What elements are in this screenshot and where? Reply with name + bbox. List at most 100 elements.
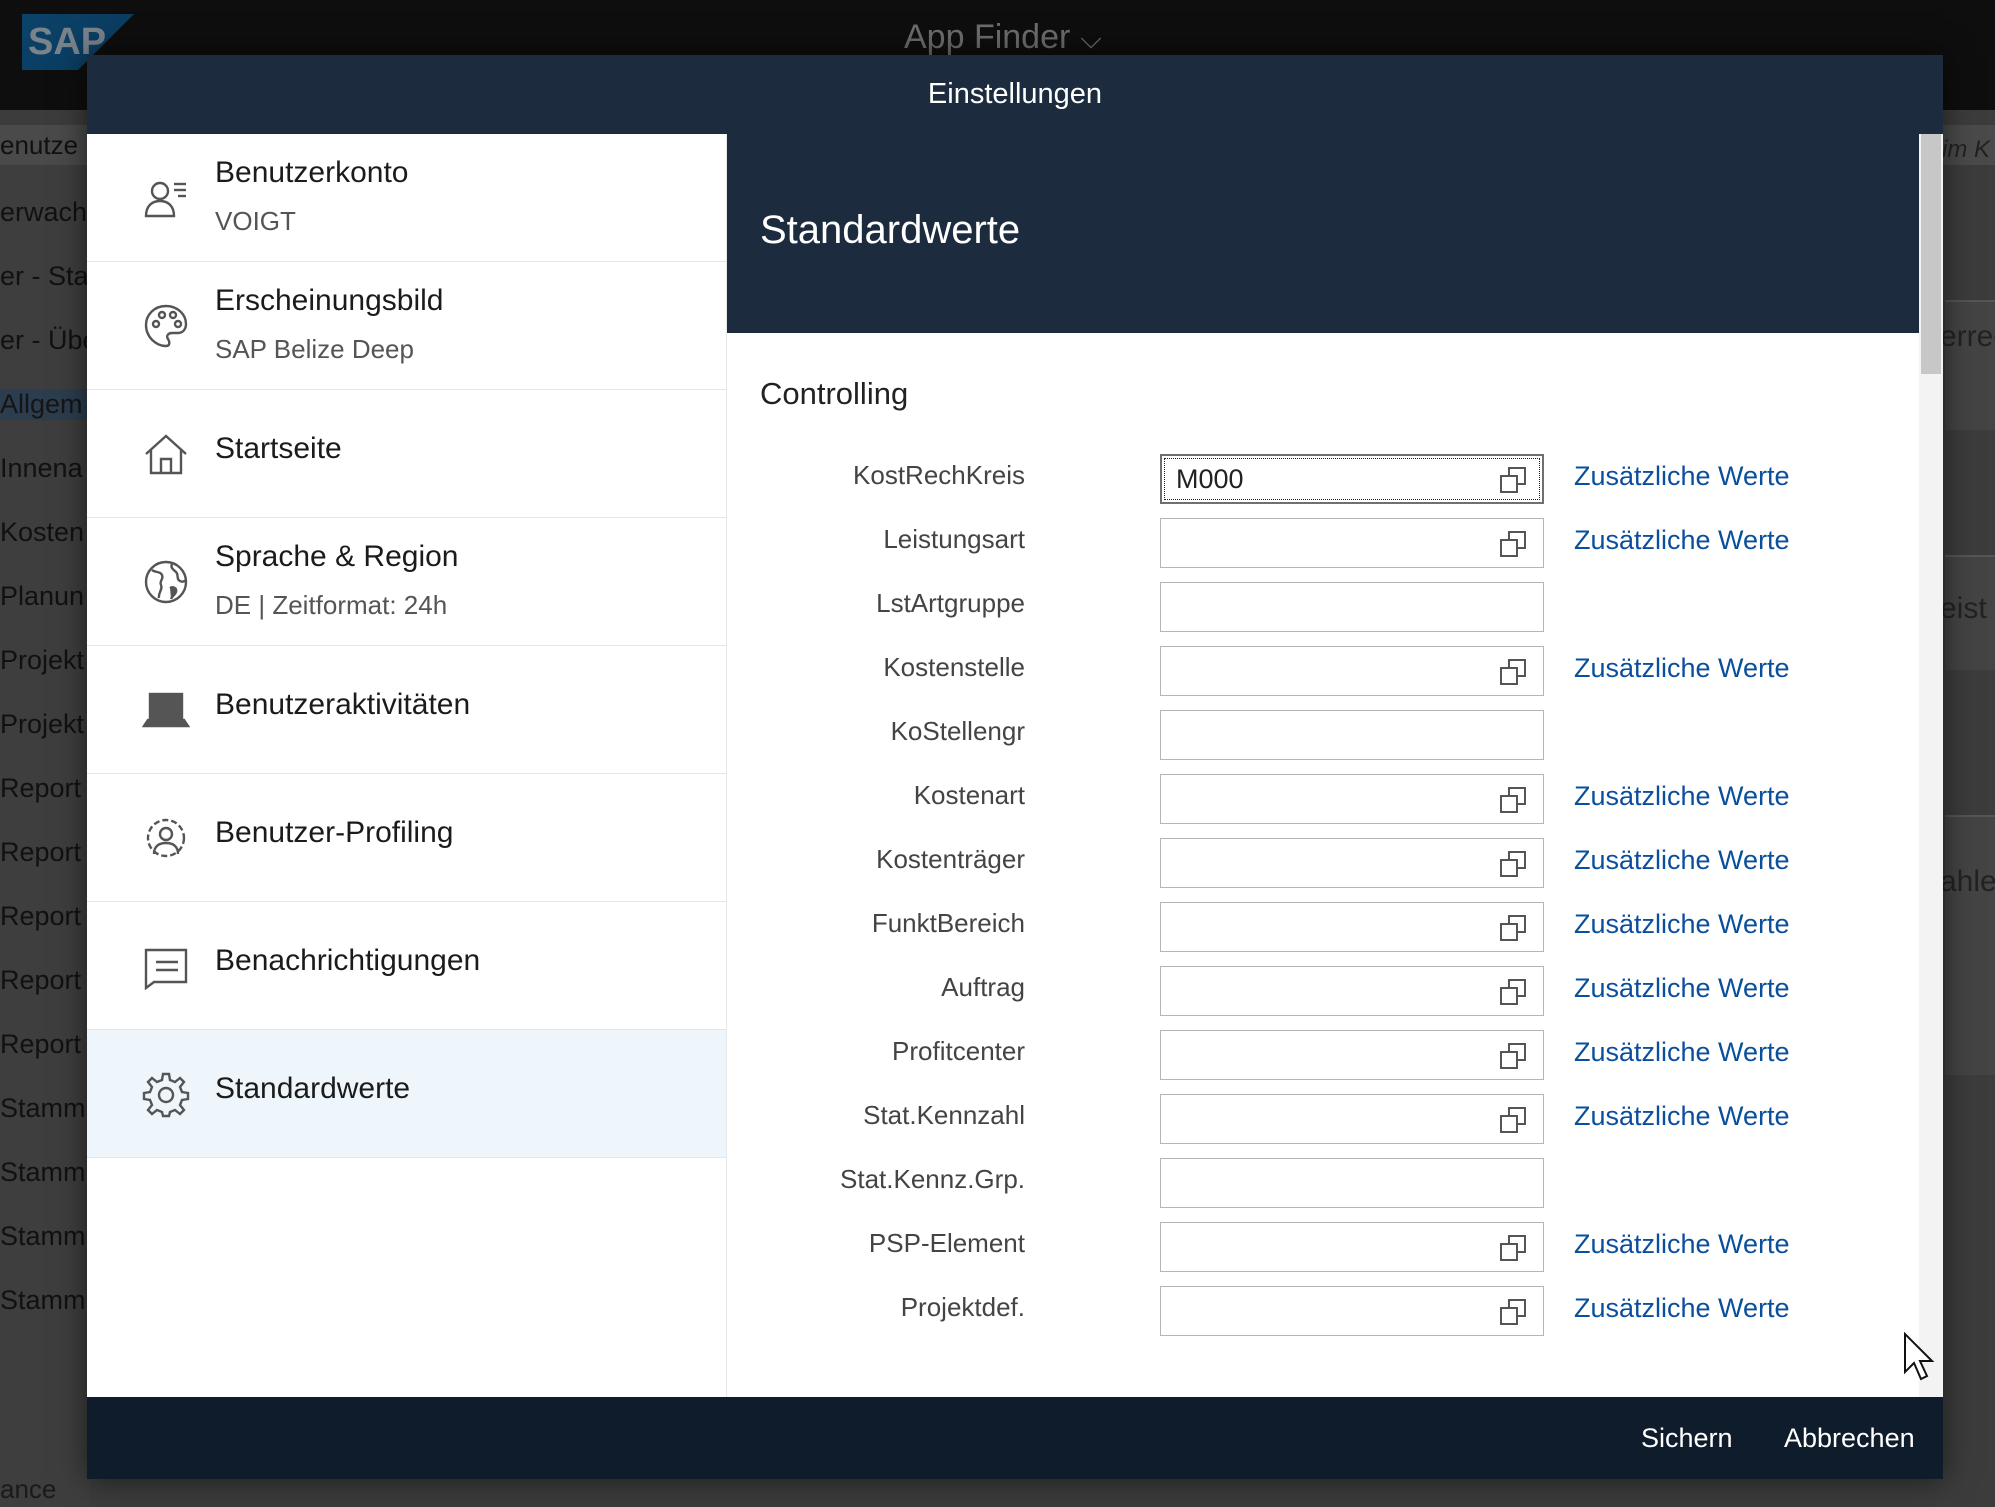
nav-item-benutzeraktivitäten[interactable]: Benutzeraktivitäten xyxy=(87,646,726,774)
background-panel xyxy=(1945,815,1995,1075)
field-row: Kostenart Zusätzliche Werte xyxy=(727,774,1877,824)
value-help-icon[interactable] xyxy=(1499,978,1527,1006)
field-input[interactable] xyxy=(1160,1286,1544,1336)
field-label: Projektdef. xyxy=(900,1292,1025,1322)
nav-item-benachrichtigungen[interactable]: Benachrichtigungen xyxy=(87,902,726,1030)
field-row: Kostenträger Zusätzliche Werte xyxy=(727,838,1877,888)
background-bottom-text: ance xyxy=(0,1474,57,1504)
dialog-body: Benutzerkonto VOIGT Erscheinungsbild SAP Be… xyxy=(87,134,1943,1397)
nav-item-title: Sprache & Region xyxy=(215,540,459,573)
background-sidebar-item: Projekt xyxy=(0,709,85,739)
nav-item-standardwerte[interactable]: Standardwerte xyxy=(87,1030,726,1158)
content-title: Standardwerte xyxy=(760,208,1021,252)
save-button[interactable]: Sichern xyxy=(1641,1397,1733,1479)
field-input[interactable] xyxy=(1160,710,1544,760)
field-input[interactable] xyxy=(1160,1030,1544,1080)
value-help-icon[interactable] xyxy=(1499,658,1527,686)
dialog-footer: Sichern Abbrechen xyxy=(87,1397,1943,1479)
additional-values-link[interactable]: Zusätzliche Werte xyxy=(1574,781,1790,812)
field-label: KostRechKreis xyxy=(853,460,1025,490)
value-help-icon[interactable] xyxy=(1499,786,1527,814)
background-sidebar-item: Allgem xyxy=(0,389,90,420)
field-row: KoStellengr xyxy=(727,710,1877,760)
notification-icon xyxy=(142,942,190,991)
content-header: Standardwerte xyxy=(727,134,1919,333)
background-sidebar-item: erwach xyxy=(0,197,88,227)
field-label: KoStellengr xyxy=(890,716,1025,746)
additional-values-link[interactable]: Zusätzliche Werte xyxy=(1574,1229,1790,1260)
field-row: Projektdef. Zusätzliche Werte xyxy=(727,1286,1877,1336)
additional-values-link[interactable]: Zusätzliche Werte xyxy=(1574,909,1790,940)
additional-values-link[interactable]: Zusätzliche Werte xyxy=(1574,845,1790,876)
value-help-icon[interactable] xyxy=(1499,530,1527,558)
background-sidebar-item: Stamm xyxy=(0,1285,86,1315)
background-sidebar-item: Innena xyxy=(0,453,83,483)
value-help-icon[interactable] xyxy=(1499,466,1527,494)
background-sidebar-item: Kosten xyxy=(0,517,85,547)
background-sidebar-item: Projekt xyxy=(0,645,85,675)
value-help-icon[interactable] xyxy=(1499,1234,1527,1262)
dialog-title: Einstellungen xyxy=(87,55,1943,134)
nav-item-benutzer-profiling[interactable]: Benutzer-Profiling xyxy=(87,774,726,902)
nav-item-title: Erscheinungsbild xyxy=(215,284,444,317)
background-sidebar: erwach er - Star er - Übe Allgem Innena Koste… xyxy=(0,165,90,1507)
background-sidebar-item: Stamm xyxy=(0,1093,86,1123)
field-label: Kostenart xyxy=(913,780,1025,810)
field-input[interactable] xyxy=(1160,902,1544,952)
additional-values-link[interactable]: Zusätzliche Werte xyxy=(1574,973,1790,1004)
field-label: FunktBereich xyxy=(871,908,1025,938)
field-row: Kostenstelle Zusätzliche Werte xyxy=(727,646,1877,696)
cancel-button[interactable]: Abbrechen xyxy=(1784,1397,1915,1479)
nav-item-subtitle: SAP Belize Deep xyxy=(215,334,414,364)
nav-item-startseite[interactable]: Startseite xyxy=(87,390,726,518)
chevron-down-icon: ⌵ xyxy=(1080,23,1102,54)
value-help-icon[interactable] xyxy=(1499,850,1527,878)
field-input[interactable] xyxy=(1160,518,1544,568)
additional-values-link[interactable]: Zusätzliche Werte xyxy=(1574,1293,1790,1324)
field-input[interactable] xyxy=(1160,1222,1544,1272)
field-input[interactable] xyxy=(1160,838,1544,888)
app-finder-label: App Finder xyxy=(904,18,1071,56)
field-label: Leistungsart xyxy=(883,524,1025,554)
field-input[interactable] xyxy=(1160,454,1544,504)
additional-values-link[interactable]: Zusätzliche Werte xyxy=(1574,1037,1790,1068)
nav-item-sprache-region[interactable]: Sprache & Region DE | Zeitformat: 24h xyxy=(87,518,726,646)
nav-item-erscheinungsbild[interactable]: Erscheinungsbild SAP Belize Deep xyxy=(87,262,726,390)
nav-item-benutzerkonto[interactable]: Benutzerkonto VOIGT xyxy=(87,134,726,262)
additional-values-link[interactable]: Zusätzliche Werte xyxy=(1574,525,1790,556)
field-row: Auftrag Zusätzliche Werte xyxy=(727,966,1877,1016)
field-label: Stat.Kennzahl xyxy=(863,1100,1025,1130)
field-input[interactable] xyxy=(1160,646,1544,696)
field-row: Leistungsart Zusätzliche Werte xyxy=(727,518,1877,568)
background-sidebar-item: Stamm xyxy=(0,1157,86,1187)
background-fragment: erred xyxy=(1940,320,1995,353)
background-sidebar-item: Report xyxy=(0,965,82,995)
background-sidebar-item: Report xyxy=(0,773,82,803)
additional-values-link[interactable]: Zusätzliche Werte xyxy=(1574,653,1790,684)
value-help-icon[interactable] xyxy=(1499,1042,1527,1070)
field-input[interactable] xyxy=(1160,582,1544,632)
home-icon xyxy=(142,430,190,478)
value-help-icon[interactable] xyxy=(1499,914,1527,942)
field-row: FunktBereich Zusätzliche Werte xyxy=(727,902,1877,952)
additional-values-link[interactable]: Zusätzliche Werte xyxy=(1574,461,1790,492)
nav-item-title: Startseite xyxy=(215,432,342,465)
field-input[interactable] xyxy=(1160,966,1544,1016)
field-input[interactable] xyxy=(1160,774,1544,824)
additional-values-link[interactable]: Zusätzliche Werte xyxy=(1574,1101,1790,1132)
scrollbar-thumb[interactable] xyxy=(1921,134,1941,374)
vertical-scrollbar[interactable] xyxy=(1919,134,1943,1397)
value-help-icon[interactable] xyxy=(1499,1106,1527,1134)
nav-item-title: Benutzerkonto xyxy=(215,156,409,189)
field-input[interactable] xyxy=(1160,1158,1544,1208)
nav-item-title: Benachrichtigungen xyxy=(215,944,481,977)
field-row: Stat.Kennzahl Zusätzliche Werte xyxy=(727,1094,1877,1144)
field-label: Auftrag xyxy=(941,972,1025,1002)
field-label: Kostenstelle xyxy=(883,652,1025,682)
nav-item-subtitle: DE | Zeitformat: 24h xyxy=(215,590,448,620)
value-help-icon[interactable] xyxy=(1499,1298,1527,1326)
section-title: Controlling xyxy=(760,376,909,411)
background-subbar-text: enutze xyxy=(0,130,79,160)
field-row: LstArtgruppe xyxy=(727,582,1877,632)
field-input[interactable] xyxy=(1160,1094,1544,1144)
